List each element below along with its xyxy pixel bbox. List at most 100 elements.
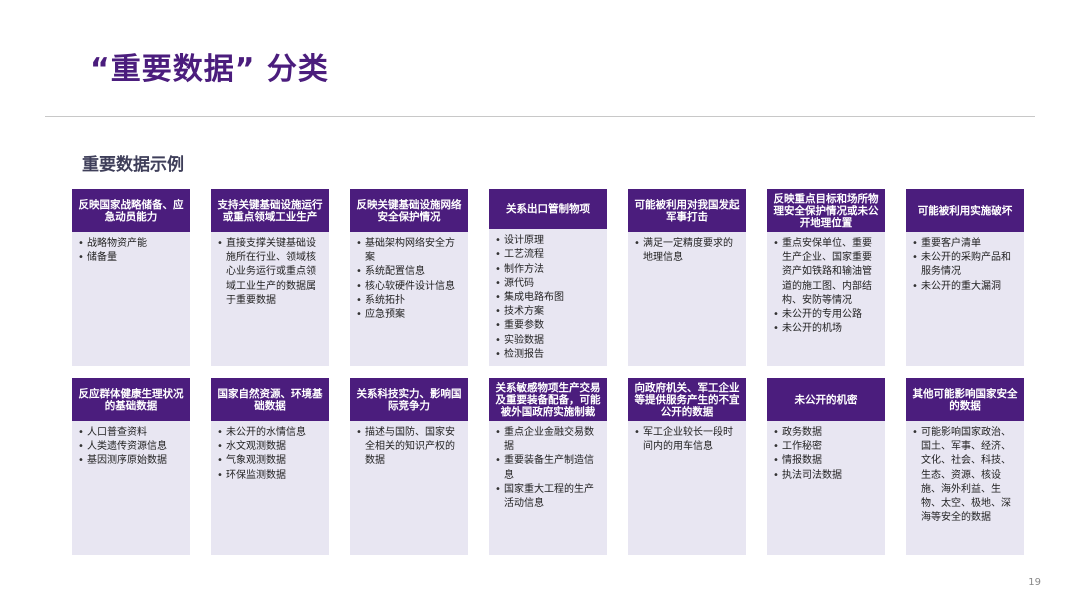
example-item: 重点安保单位、重要生产企业、国家重要资产如铁路和输油管道的施工图、内部结构、安防… xyxy=(773,237,879,308)
card-title: 国家自然资源、环境基础数据 xyxy=(211,378,329,421)
title-divider xyxy=(45,116,1035,117)
example-list: 满足一定精度要求的地理信息 xyxy=(634,237,740,265)
category-card: 可能被利用实施破坏重要客户清单未公开的采购产品和服务情况未公开的重大漏洞 xyxy=(906,189,1024,366)
example-item: 重要参数 xyxy=(495,319,601,333)
example-item: 政务数据 xyxy=(773,426,879,440)
card-title: 支持关键基础设施运行或重点领域工业生产 xyxy=(211,189,329,232)
example-item: 执法司法数据 xyxy=(773,469,879,483)
card-title: 其他可能影响国家安全的数据 xyxy=(906,378,1024,421)
example-list: 未公开的水情信息水文观测数据气象观测数据环保监测数据 xyxy=(217,426,323,483)
card-body: 未公开的水情信息水文观测数据气象观测数据环保监测数据 xyxy=(211,421,329,555)
category-card: 未公开的机密政务数据工作秘密情报数据执法司法数据 xyxy=(767,378,885,555)
example-item: 重点企业金融交易数据 xyxy=(495,426,601,454)
card-title: 可能被利用对我国发起军事打击 xyxy=(628,189,746,232)
example-item: 技术方案 xyxy=(495,305,601,319)
example-list: 重要客户清单未公开的采购产品和服务情况未公开的重大漏洞 xyxy=(912,237,1018,294)
example-item: 未公开的采购产品和服务情况 xyxy=(912,251,1018,279)
category-card: 关系敏感物项生产交易及重要装备配备，可能被外国政府实施制裁重点企业金融交易数据重… xyxy=(489,378,607,555)
card-body: 政务数据工作秘密情报数据执法司法数据 xyxy=(767,421,885,555)
example-item: 未公开的水情信息 xyxy=(217,426,323,440)
card-title: 关系敏感物项生产交易及重要装备配备，可能被外国政府实施制裁 xyxy=(489,378,607,421)
example-item: 国家重大工程的生产活动信息 xyxy=(495,483,601,511)
card-body: 可能影响国家政治、国土、军事、经济、文化、社会、科技、生态、资源、核设施、海外利… xyxy=(906,421,1024,555)
example-item: 系统拓扑 xyxy=(356,294,462,308)
example-list: 政务数据工作秘密情报数据执法司法数据 xyxy=(773,426,879,483)
card-title: 关系科技实力、影响国际竞争力 xyxy=(350,378,468,421)
card-body: 直接支撑关键基础设施所在行业、领域核心业务运行或重点领域工业生产的数据属于重要数… xyxy=(211,232,329,366)
example-item: 基因测序原始数据 xyxy=(78,454,184,468)
example-item: 工作秘密 xyxy=(773,440,879,454)
example-item: 集成电路布图 xyxy=(495,291,601,305)
page-title: “重要数据” 分类 xyxy=(90,52,329,87)
example-item: 军工企业较长一段时间内的用车信息 xyxy=(634,426,740,454)
example-list: 可能影响国家政治、国土、军事、经济、文化、社会、科技、生态、资源、核设施、海外利… xyxy=(912,426,1018,525)
example-item: 应急预案 xyxy=(356,308,462,322)
category-card: 反应群体健康生理状况的基础数据人口普查资料人类遗传资源信息基因测序原始数据 xyxy=(72,378,190,555)
card-title: 反映重点目标和场所物理安全保护情况或未公开地理位置 xyxy=(767,189,885,232)
category-card: 其他可能影响国家安全的数据可能影响国家政治、国土、军事、经济、文化、社会、科技、… xyxy=(906,378,1024,555)
section-subtitle: 重要数据示例 xyxy=(82,155,184,175)
category-card: 关系出口管制物项设计原理工艺流程制作方法源代码集成电路布图技术方案重要参数实验数… xyxy=(489,189,607,366)
example-item: 气象观测数据 xyxy=(217,454,323,468)
example-item: 环保监测数据 xyxy=(217,469,323,483)
card-body: 基础架构网络安全方案系统配置信息核心软硬件设计信息系统拓扑应急预案 xyxy=(350,232,468,366)
example-item: 水文观测数据 xyxy=(217,440,323,454)
card-body: 设计原理工艺流程制作方法源代码集成电路布图技术方案重要参数实验数据检测报告 xyxy=(489,229,607,366)
card-title: 可能被利用实施破坏 xyxy=(906,189,1024,232)
card-body: 重要客户清单未公开的采购产品和服务情况未公开的重大漏洞 xyxy=(906,232,1024,366)
example-item: 可能影响国家政治、国土、军事、经济、文化、社会、科技、生态、资源、核设施、海外利… xyxy=(912,426,1018,525)
example-list: 基础架构网络安全方案系统配置信息核心软硬件设计信息系统拓扑应急预案 xyxy=(356,237,462,322)
example-item: 源代码 xyxy=(495,277,601,291)
page-number: 19 xyxy=(1028,577,1041,588)
example-item: 情报数据 xyxy=(773,454,879,468)
example-item: 人口普查资料 xyxy=(78,426,184,440)
example-item: 重要装备生产制造信息 xyxy=(495,454,601,482)
card-body: 军工企业较长一段时间内的用车信息 xyxy=(628,421,746,555)
example-item: 实验数据 xyxy=(495,334,601,348)
example-item: 直接支撑关键基础设施所在行业、领域核心业务运行或重点领域工业生产的数据属于重要数… xyxy=(217,237,323,308)
example-list: 重点安保单位、重要生产企业、国家重要资产如铁路和输油管道的施工图、内部结构、安防… xyxy=(773,237,879,337)
card-body: 满足一定精度要求的地理信息 xyxy=(628,232,746,366)
example-item: 未公开的重大漏洞 xyxy=(912,280,1018,294)
card-body: 战略物资产能储备量 xyxy=(72,232,190,366)
example-list: 设计原理工艺流程制作方法源代码集成电路布图技术方案重要参数实验数据检测报告 xyxy=(495,234,601,362)
category-grid: 反映国家战略储备、应急动员能力战略物资产能储备量支持关键基础设施运行或重点领域工… xyxy=(72,189,1024,555)
example-item: 未公开的专用公路 xyxy=(773,308,879,322)
card-title: 关系出口管制物项 xyxy=(489,189,607,230)
example-list: 军工企业较长一段时间内的用车信息 xyxy=(634,426,740,454)
example-item: 战略物资产能 xyxy=(78,237,184,251)
category-card: 反映重点目标和场所物理安全保护情况或未公开地理位置重点安保单位、重要生产企业、国… xyxy=(767,189,885,366)
card-body: 描述与国防、国家安全相关的知识产权的数据 xyxy=(350,421,468,555)
example-item: 制作方法 xyxy=(495,263,601,277)
example-item: 储备量 xyxy=(78,251,184,265)
example-list: 战略物资产能储备量 xyxy=(78,237,184,266)
card-title: 未公开的机密 xyxy=(767,378,885,421)
category-card: 反映关键基础设施网络安全保护情况基础架构网络安全方案系统配置信息核心软硬件设计信… xyxy=(350,189,468,366)
card-title: 反映关键基础设施网络安全保护情况 xyxy=(350,189,468,232)
category-card: 反映国家战略储备、应急动员能力战略物资产能储备量 xyxy=(72,189,190,366)
card-title: 向政府机关、军工企业等提供服务产生的不宜公开的数据 xyxy=(628,378,746,421)
example-item: 人类遗传资源信息 xyxy=(78,440,184,454)
card-body: 重点安保单位、重要生产企业、国家重要资产如铁路和输油管道的施工图、内部结构、安防… xyxy=(767,232,885,366)
example-item: 系统配置信息 xyxy=(356,265,462,279)
example-item: 检测报告 xyxy=(495,348,601,362)
example-list: 描述与国防、国家安全相关的知识产权的数据 xyxy=(356,426,462,469)
example-list: 重点企业金融交易数据重要装备生产制造信息国家重大工程的生产活动信息 xyxy=(495,426,601,511)
example-item: 基础架构网络安全方案 xyxy=(356,237,462,265)
example-item: 工艺流程 xyxy=(495,248,601,262)
example-item: 满足一定精度要求的地理信息 xyxy=(634,237,740,265)
example-item: 核心软硬件设计信息 xyxy=(356,280,462,294)
example-list: 直接支撑关键基础设施所在行业、领域核心业务运行或重点领域工业生产的数据属于重要数… xyxy=(217,237,323,308)
example-list: 人口普查资料人类遗传资源信息基因测序原始数据 xyxy=(78,426,184,469)
example-item: 未公开的机场 xyxy=(773,322,879,336)
card-body: 人口普查资料人类遗传资源信息基因测序原始数据 xyxy=(72,421,190,555)
category-card: 关系科技实力、影响国际竞争力描述与国防、国家安全相关的知识产权的数据 xyxy=(350,378,468,555)
category-card: 可能被利用对我国发起军事打击满足一定精度要求的地理信息 xyxy=(628,189,746,366)
example-item: 设计原理 xyxy=(495,234,601,248)
example-item: 描述与国防、国家安全相关的知识产权的数据 xyxy=(356,426,462,469)
example-item: 重要客户清单 xyxy=(912,237,1018,251)
card-title: 反映国家战略储备、应急动员能力 xyxy=(72,189,190,232)
card-title: 反应群体健康生理状况的基础数据 xyxy=(72,378,190,421)
category-card: 支持关键基础设施运行或重点领域工业生产直接支撑关键基础设施所在行业、领域核心业务… xyxy=(211,189,329,366)
category-card: 国家自然资源、环境基础数据未公开的水情信息水文观测数据气象观测数据环保监测数据 xyxy=(211,378,329,555)
